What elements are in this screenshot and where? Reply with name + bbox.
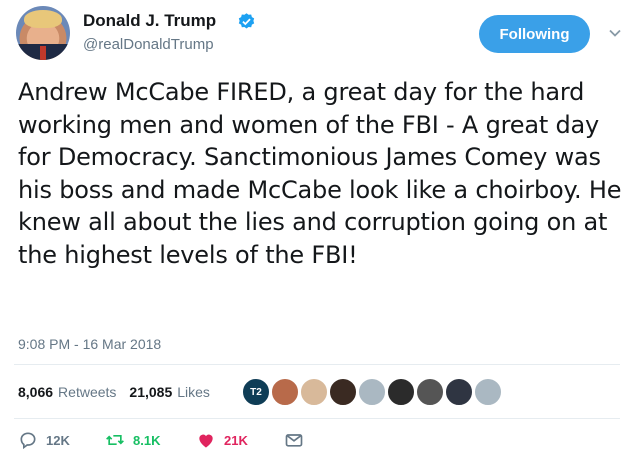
divider xyxy=(14,364,620,365)
liker-avatar[interactable] xyxy=(474,378,502,406)
divider xyxy=(14,418,620,419)
following-button[interactable]: Following xyxy=(479,15,590,53)
liker-avatar[interactable] xyxy=(387,378,415,406)
reply-count: 12K xyxy=(46,432,70,448)
tweet-stats: 8,066 Retweets 21,085 Likes xyxy=(18,384,218,400)
tweet-text: Andrew McCabe FIRED, a great day for the… xyxy=(18,78,622,269)
direct-message-button[interactable] xyxy=(284,430,304,450)
liker-avatar[interactable] xyxy=(358,378,386,406)
likes-label[interactable]: Likes xyxy=(177,384,210,400)
liker-avatar[interactable] xyxy=(300,378,328,406)
tweet-timestamp[interactable]: 9:08 PM - 16 Mar 2018 xyxy=(18,336,161,352)
liker-avatar[interactable] xyxy=(416,378,444,406)
verified-badge-icon xyxy=(238,13,255,29)
likes-count[interactable]: 21,085 xyxy=(129,384,172,400)
retweet-button[interactable]: 8.1K xyxy=(105,430,160,450)
author-avatar[interactable] xyxy=(16,6,70,60)
avatar-hair xyxy=(24,10,62,28)
retweet-icon xyxy=(106,435,124,445)
liker-avatar[interactable] xyxy=(271,378,299,406)
liker-avatar[interactable] xyxy=(445,378,473,406)
like-count: 21K xyxy=(224,432,248,448)
chevron-down-icon[interactable] xyxy=(608,26,622,40)
retweets-label[interactable]: Retweets xyxy=(58,384,116,400)
avatar-tie xyxy=(40,46,46,60)
reply-button[interactable]: 12K xyxy=(18,430,70,450)
liker-avatar[interactable] xyxy=(329,378,357,406)
author-handle[interactable]: @realDonaldTrump xyxy=(83,36,214,53)
retweets-count[interactable]: 8,066 xyxy=(18,384,53,400)
liker-avatars[interactable]: T2 xyxy=(242,378,503,406)
retweet-count: 8.1K xyxy=(133,432,161,448)
liker-avatar[interactable]: T2 xyxy=(242,378,270,406)
like-button[interactable]: 21K xyxy=(196,430,248,450)
author-name[interactable]: Donald J. Trump xyxy=(83,11,216,31)
reply-icon xyxy=(20,432,36,450)
heart-icon xyxy=(199,434,213,448)
envelope-icon xyxy=(285,434,303,447)
